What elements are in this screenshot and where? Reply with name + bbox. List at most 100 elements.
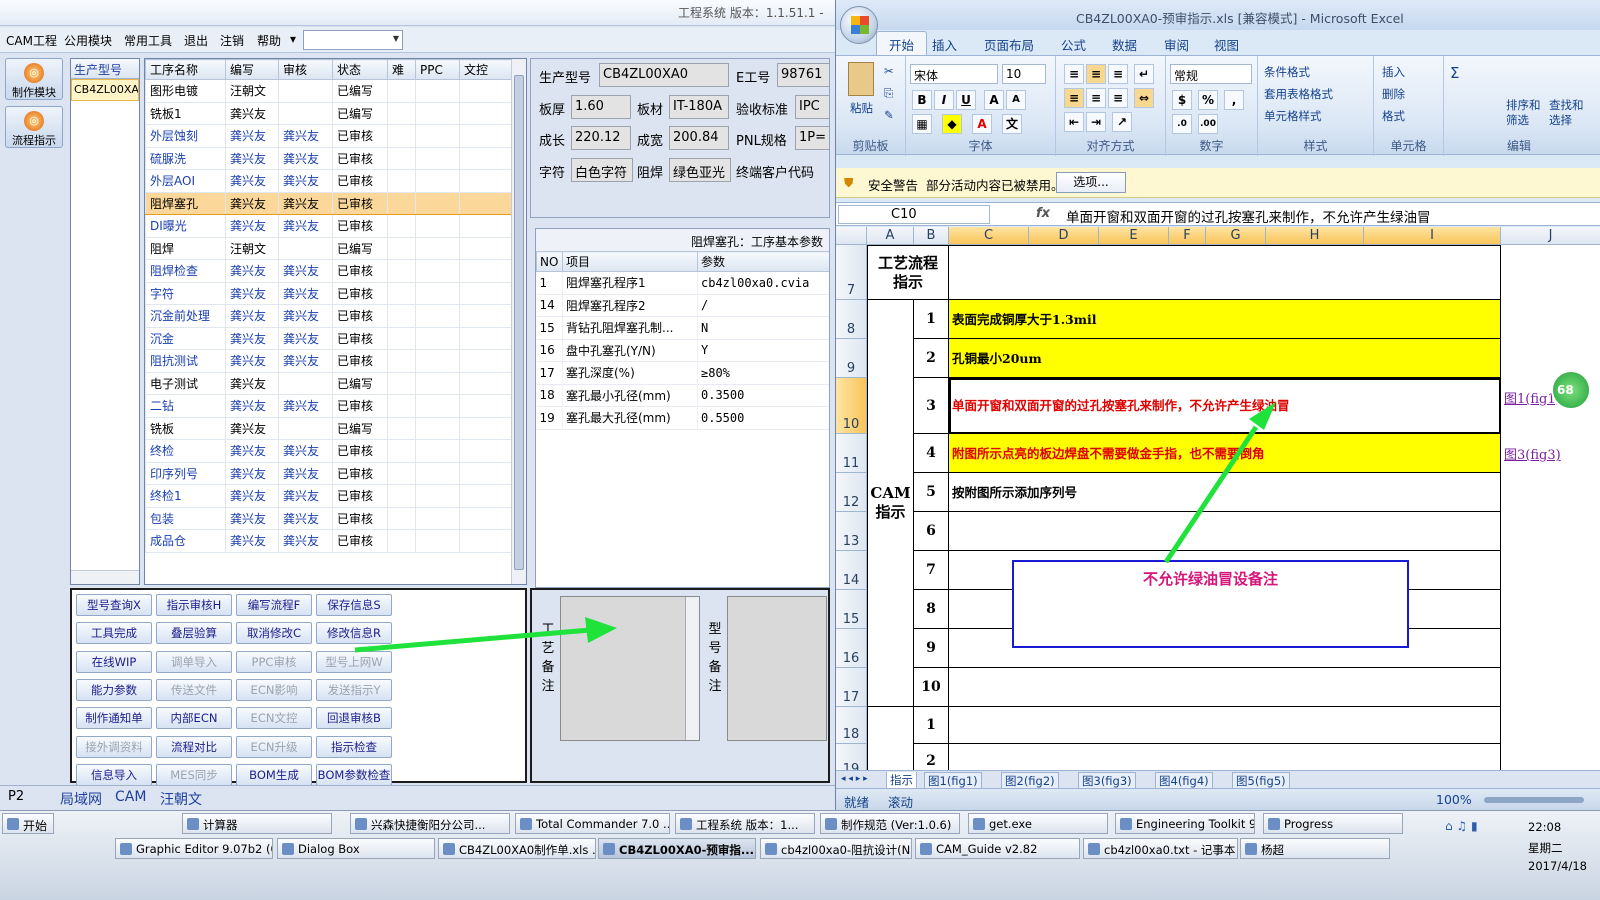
row-header[interactable]: 15 <box>836 590 867 629</box>
process-row[interactable]: DI曝光 龚兴友 龚兴友 已审核 <box>145 214 512 238</box>
row-header[interactable]: 16 <box>836 629 867 668</box>
tab-review[interactable]: 审阅 <box>1164 35 1189 54</box>
instruction-cell[interactable]: 按附图所示添加序列号 <box>949 473 1501 512</box>
char-field[interactable]: 白色字符 <box>571 158 633 182</box>
action-button[interactable]: 信息导入 <box>76 763 152 786</box>
row-header[interactable]: 8 <box>836 300 867 339</box>
copy-icon[interactable]: ⎘ <box>884 86 893 101</box>
action-button[interactable]: 流程对比 <box>156 735 232 758</box>
params-column-header[interactable]: NO <box>536 251 563 272</box>
number-format-select[interactable]: 常规 <box>1170 64 1252 84</box>
item-number-cell[interactable]: 2 <box>914 339 949 378</box>
action-button[interactable]: 叠层验算 <box>156 622 232 645</box>
system-tray-icon[interactable]: ⌂ ♫ ▮ <box>1445 817 1515 867</box>
taskbar-window[interactable]: Engineering Toolkit 9.... <box>1115 813 1255 834</box>
action-button[interactable]: 回退审核B <box>316 707 392 730</box>
process-row[interactable]: 阻抗测试 龚兴友 龚兴友 已审核 <box>145 349 512 373</box>
autosum-icon[interactable]: Σ <box>1450 64 1459 82</box>
process-row[interactable]: 包装 龚兴友 龚兴友 已审核 <box>145 506 512 530</box>
product-list-hscrollbar[interactable] <box>71 570 139 584</box>
column-header[interactable]: F <box>1169 227 1206 245</box>
instruction-cell[interactable] <box>949 707 1501 744</box>
product-list-item[interactable]: CB4ZL00XA0 <box>71 79 139 101</box>
orientation-icon[interactable]: ↗ <box>1112 112 1132 132</box>
model-field[interactable]: CB4ZL00XA0 <box>599 63 729 87</box>
format-painter-icon[interactable]: ✎ <box>884 108 894 122</box>
grid-column-header[interactable]: 状态 <box>332 59 388 80</box>
name-box[interactable]: C10 <box>838 205 990 224</box>
zoom-level[interactable]: 100% <box>1436 792 1472 807</box>
start-button[interactable]: 开始 <box>2 813 54 834</box>
grid-column-header[interactable]: 审核 <box>278 59 333 80</box>
scroll-thumb[interactable] <box>514 75 524 570</box>
delete-cells-button[interactable]: 删除 <box>1382 86 1405 102</box>
bold-icon[interactable]: B <box>912 90 932 110</box>
instruction-cell[interactable]: 单面开窗和双面开窗的过孔按塞孔来制作，不允许产生绿油冒 <box>949 378 1501 434</box>
menu-help[interactable]: 帮助 <box>257 32 281 49</box>
action-button[interactable]: 指示检查 <box>316 735 392 758</box>
menu-combo-box[interactable] <box>303 30 403 50</box>
process-row[interactable]: 外层AOI 龚兴友 龚兴友 已审核 <box>145 169 512 193</box>
tab-home[interactable]: 开始 <box>876 31 928 57</box>
column-header[interactable]: E <box>1099 227 1169 245</box>
item-number-cell[interactable]: 6 <box>914 512 949 551</box>
process-row[interactable]: 铣板 龚兴友 已编写 <box>145 416 512 440</box>
figure-link[interactable]: 图3(fig3) <box>1504 444 1561 463</box>
item-number-cell[interactable]: 8 <box>914 590 949 629</box>
insert-cells-button[interactable]: 插入 <box>1382 64 1405 80</box>
increase-decimal-icon[interactable]: .0 <box>1172 114 1192 134</box>
process-row[interactable]: 铣板1 龚兴友 已编写 <box>145 101 512 125</box>
length-field[interactable]: 220.12 <box>571 126 631 150</box>
sheet-nav-arrows-icon[interactable]: ◂ ◂ ▸ ▸ <box>838 774 871 784</box>
make-module-button[interactable]: ◎ 制作模块 <box>5 58 63 100</box>
taskbar-window[interactable]: cb4zl00xa0.txt - 记事本 <box>1083 838 1238 859</box>
underline-icon[interactable]: U <box>956 90 976 110</box>
taskbar-window[interactable]: 计算器 <box>182 813 332 834</box>
item-number-cell[interactable]: 3 <box>914 378 949 434</box>
process-row[interactable]: 终检 龚兴友 龚兴友 已审核 <box>145 439 512 463</box>
taskbar-window[interactable]: 制作规范 (Ver:1.0.6) <box>820 813 960 834</box>
params-column-header[interactable]: 项目 <box>562 251 698 272</box>
remark-scrollbar[interactable] <box>685 597 699 740</box>
process-row[interactable]: 二钻 龚兴友 龚兴友 已审核 <box>145 394 512 418</box>
column-header[interactable]: C <box>949 227 1029 245</box>
merge-center-icon[interactable]: ⇔ <box>1134 88 1154 108</box>
decrease-indent-icon[interactable]: ⇤ <box>1064 112 1084 132</box>
taskbar-window[interactable]: cb4zl00xa0-阻抗设计(N... <box>760 838 912 859</box>
item-number-cell[interactable]: 10 <box>914 668 949 707</box>
column-header[interactable]: B <box>914 227 949 245</box>
taskbar-window[interactable]: 兴森快捷衡阳分公司... <box>350 813 510 834</box>
fx-icon[interactable]: fx <box>1036 206 1050 221</box>
currency-icon[interactable]: $ <box>1172 90 1192 110</box>
row-header[interactable]: 7 <box>836 245 867 300</box>
row-header[interactable]: 11 <box>836 434 867 473</box>
font-color-icon[interactable]: A <box>972 114 992 134</box>
mask-field[interactable]: 绿色亚光 <box>669 158 731 182</box>
table-format-button[interactable]: 套用表格格式 <box>1264 86 1333 102</box>
model-remark-input[interactable] <box>727 596 827 741</box>
action-button[interactable]: 保存信息S <box>316 594 392 616</box>
column-header[interactable]: D <box>1029 227 1099 245</box>
row-header[interactable]: 17 <box>836 668 867 707</box>
item-number-cell[interactable]: 7 <box>914 551 949 590</box>
conditional-format-button[interactable]: 条件格式 <box>1264 64 1310 80</box>
item-number-cell[interactable]: 1 <box>914 300 949 339</box>
instruction-cell[interactable] <box>949 668 1501 707</box>
params-row[interactable]: 15 背钻孔阻焊塞孔制... N <box>536 316 829 340</box>
action-button[interactable]: 在线WIP <box>76 650 152 673</box>
align-top-icon[interactable]: ≡ <box>1064 64 1084 84</box>
menu-tools[interactable]: 常用工具 <box>124 32 172 49</box>
process-row[interactable]: 阻焊塞孔 龚兴友 龚兴友 已审核 <box>145 191 512 215</box>
menu-common-module[interactable]: 公用模块 <box>64 32 112 49</box>
taskbar-window[interactable]: Progress <box>1263 813 1403 834</box>
column-header[interactable]: G <box>1206 227 1266 245</box>
eno-field[interactable]: 98761 <box>777 63 829 87</box>
process-row[interactable]: 字符 龚兴友 龚兴友 已审核 <box>145 281 512 305</box>
sort-filter-button[interactable]: 排序和 筛选 <box>1506 98 1541 128</box>
process-row[interactable]: 沉金 龚兴友 龚兴友 已审核 <box>145 326 512 350</box>
column-header[interactable]: A <box>867 227 914 245</box>
params-row[interactable]: 14 阻焊塞孔程序2/ <box>536 294 829 317</box>
grid-column-header[interactable]: 编写 <box>225 59 279 80</box>
material-field[interactable]: IT-180A <box>669 95 729 119</box>
pnl-field[interactable]: 1P= <box>795 126 829 150</box>
